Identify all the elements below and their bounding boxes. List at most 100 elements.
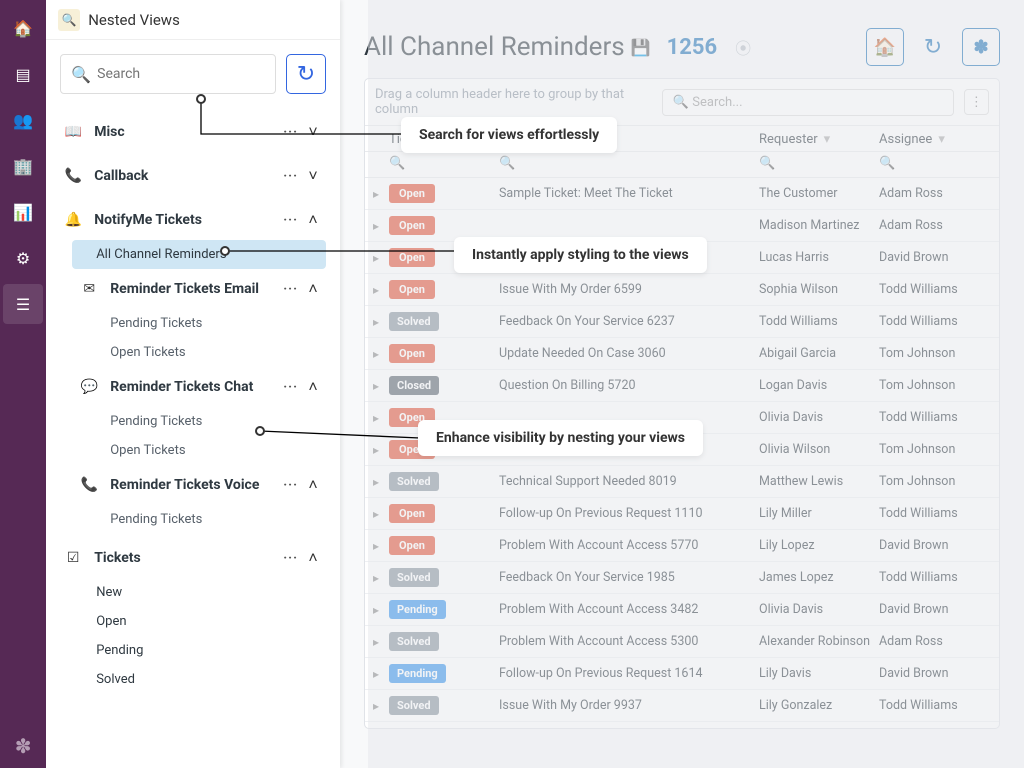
expand-icon[interactable]: ▸: [373, 475, 389, 489]
table-row[interactable]: ▸ Open Problem With Account Access 5770 …: [365, 530, 999, 562]
zendesk-button[interactable]: ✽: [962, 28, 1000, 66]
table-row[interactable]: ▸ Open Sample Ticket: Meet The Ticket Th…: [365, 178, 999, 210]
expand-icon[interactable]: ▸: [373, 507, 389, 521]
table-row[interactable]: ▸ Open Update Needed On Case 3060 Abigai…: [365, 338, 999, 370]
subcategory-icon: 💬: [80, 379, 98, 395]
subcategory-header[interactable]: 💬 Reminder Tickets Chat ···˄: [72, 367, 326, 407]
cell-subject: Sample Ticket: Meet The Ticket: [499, 186, 759, 201]
category-label: NotifyMe Tickets: [94, 212, 277, 228]
table-row[interactable]: ▸ Solved Issue With My Order 9937 Lily G…: [365, 690, 999, 722]
expand-icon[interactable]: ▸: [373, 283, 389, 297]
category-label: Callback: [94, 168, 277, 184]
home-icon[interactable]: 🏠: [3, 8, 43, 48]
main-content: All Channel Reminders 💾 1256 ⦿ 🏠 ↻ ✽ Dra…: [340, 0, 1024, 768]
expand-icon[interactable]: ▸: [373, 187, 389, 201]
expand-icon[interactable]: ▸: [373, 667, 389, 681]
category-header[interactable]: 🔔 NotifyMe Tickets ··· ˄: [60, 200, 326, 240]
cell-subject: Question On Billing 5720: [499, 378, 759, 393]
more-icon[interactable]: ···: [277, 169, 304, 184]
table-row[interactable]: ▸ Pending Problem With Account Access 34…: [365, 594, 999, 626]
more-icon[interactable]: ···: [277, 478, 304, 493]
home-button[interactable]: 🏠: [866, 28, 904, 66]
view-item[interactable]: Pending Tickets: [100, 505, 326, 534]
expand-icon[interactable]: ▸: [373, 571, 389, 585]
more-icon[interactable]: ···: [277, 282, 304, 297]
cell-assignee: Todd Williams: [879, 314, 989, 329]
status-badge: Solved: [389, 472, 439, 491]
chevron-down-icon[interactable]: ˅: [304, 122, 322, 142]
view-item[interactable]: Open Tickets: [100, 436, 326, 465]
view-item[interactable]: All Channel Reminders: [72, 240, 326, 269]
expand-icon[interactable]: ▸: [373, 443, 389, 457]
category-label: Tickets: [94, 550, 277, 566]
column-menu-button[interactable]: ⋮: [964, 89, 989, 115]
search-views-input[interactable]: [97, 66, 265, 82]
view-item[interactable]: Open: [72, 607, 326, 636]
chevron-up-icon[interactable]: ˄: [304, 377, 322, 397]
table-search[interactable]: 🔍 Search...: [662, 89, 954, 116]
expand-icon[interactable]: ▸: [373, 379, 389, 393]
expand-icon[interactable]: ▸: [373, 635, 389, 649]
subcategory-header[interactable]: 📞 Reminder Tickets Voice ···˄: [72, 465, 326, 505]
more-icon[interactable]: ···: [277, 551, 304, 566]
expand-icon[interactable]: ▸: [373, 219, 389, 233]
expand-icon[interactable]: ▸: [373, 603, 389, 617]
users-icon[interactable]: 👥: [3, 100, 43, 140]
more-icon[interactable]: ···: [277, 125, 304, 140]
cell-assignee: Tom Johnson: [879, 474, 989, 489]
cell-requester: Lily Lopez: [759, 538, 879, 553]
chevron-up-icon[interactable]: ˄: [304, 475, 322, 495]
view-item[interactable]: Pending: [72, 636, 326, 665]
table-row[interactable]: ▸ Solved Feedback On Your Service 6237 T…: [365, 306, 999, 338]
settings-icon[interactable]: ⚙: [3, 238, 43, 278]
expand-icon[interactable]: ▸: [373, 411, 389, 425]
views-icon[interactable]: ☰: [3, 284, 43, 324]
expand-icon[interactable]: ▸: [373, 315, 389, 329]
table-row[interactable]: ▸ Solved Technical Support Needed 8019 M…: [365, 466, 999, 498]
cell-assignee: Adam Ross: [879, 634, 989, 649]
subcategory-header[interactable]: ✉ Reminder Tickets Email ···˄: [72, 269, 326, 309]
view-item[interactable]: Pending Tickets: [100, 407, 326, 436]
chevron-up-icon[interactable]: ˄: [304, 548, 322, 568]
reports-icon[interactable]: 📊: [3, 192, 43, 232]
anchor-dot: [255, 426, 265, 436]
view-item[interactable]: Solved: [72, 665, 326, 694]
org-icon[interactable]: 🏢: [3, 146, 43, 186]
list-icon[interactable]: ▤: [3, 54, 43, 94]
table-row[interactable]: ▸ Solved Feedback On Your Service 1985 J…: [365, 562, 999, 594]
view-item[interactable]: Open Tickets: [100, 338, 326, 367]
save-icon[interactable]: 💾: [631, 38, 651, 57]
filter-icon[interactable]: ▾: [938, 132, 945, 147]
status-badge: Solved: [389, 568, 439, 587]
filter-icon[interactable]: ▾: [824, 132, 831, 147]
col-requester[interactable]: Requester: [759, 132, 818, 147]
category-header[interactable]: ☑ Tickets ··· ˄: [60, 538, 326, 578]
table-row[interactable]: ▸ Pending Follow-up On Previous Request …: [365, 658, 999, 690]
table-row[interactable]: ▸ Open Follow-up On Previous Request 780…: [365, 722, 999, 728]
table-row[interactable]: ▸ Solved Problem With Account Access 530…: [365, 626, 999, 658]
expand-icon[interactable]: ▸: [373, 251, 389, 265]
sidebar-panel: 🔍 Nested Views 🔍 ↻ 📖 Misc ··· ˅ 📞 Callba…: [46, 0, 340, 768]
cell-subject: Follow-up On Previous Request 1614: [499, 666, 759, 681]
view-item[interactable]: New: [72, 578, 326, 607]
expand-icon[interactable]: ▸: [373, 347, 389, 361]
refresh-button[interactable]: ↻: [916, 30, 950, 64]
more-icon[interactable]: ···: [277, 380, 304, 395]
more-icon[interactable]: ···: [277, 213, 304, 228]
chevron-up-icon[interactable]: ˄: [304, 279, 322, 299]
table-row[interactable]: ▸ Open Issue With My Order 6599 Sophia W…: [365, 274, 999, 306]
status-badge: Open: [389, 216, 435, 235]
table-row[interactable]: ▸ Closed Question On Billing 5720 Logan …: [365, 370, 999, 402]
view-item[interactable]: Pending Tickets: [100, 309, 326, 338]
chevron-up-icon[interactable]: ˄: [304, 210, 322, 230]
category-header[interactable]: 📖 Misc ··· ˅: [60, 112, 326, 152]
page-title: All Channel Reminders: [364, 32, 625, 62]
col-assignee[interactable]: Assignee: [879, 132, 932, 147]
chevron-down-icon[interactable]: ˅: [304, 166, 322, 186]
refresh-views-button[interactable]: ↻: [286, 54, 326, 94]
category-header[interactable]: 📞 Callback ··· ˅: [60, 156, 326, 196]
expand-icon[interactable]: ▸: [373, 699, 389, 713]
search-views-input-wrapper[interactable]: 🔍: [60, 54, 276, 94]
expand-icon[interactable]: ▸: [373, 539, 389, 553]
table-row[interactable]: ▸ Open Follow-up On Previous Request 111…: [365, 498, 999, 530]
